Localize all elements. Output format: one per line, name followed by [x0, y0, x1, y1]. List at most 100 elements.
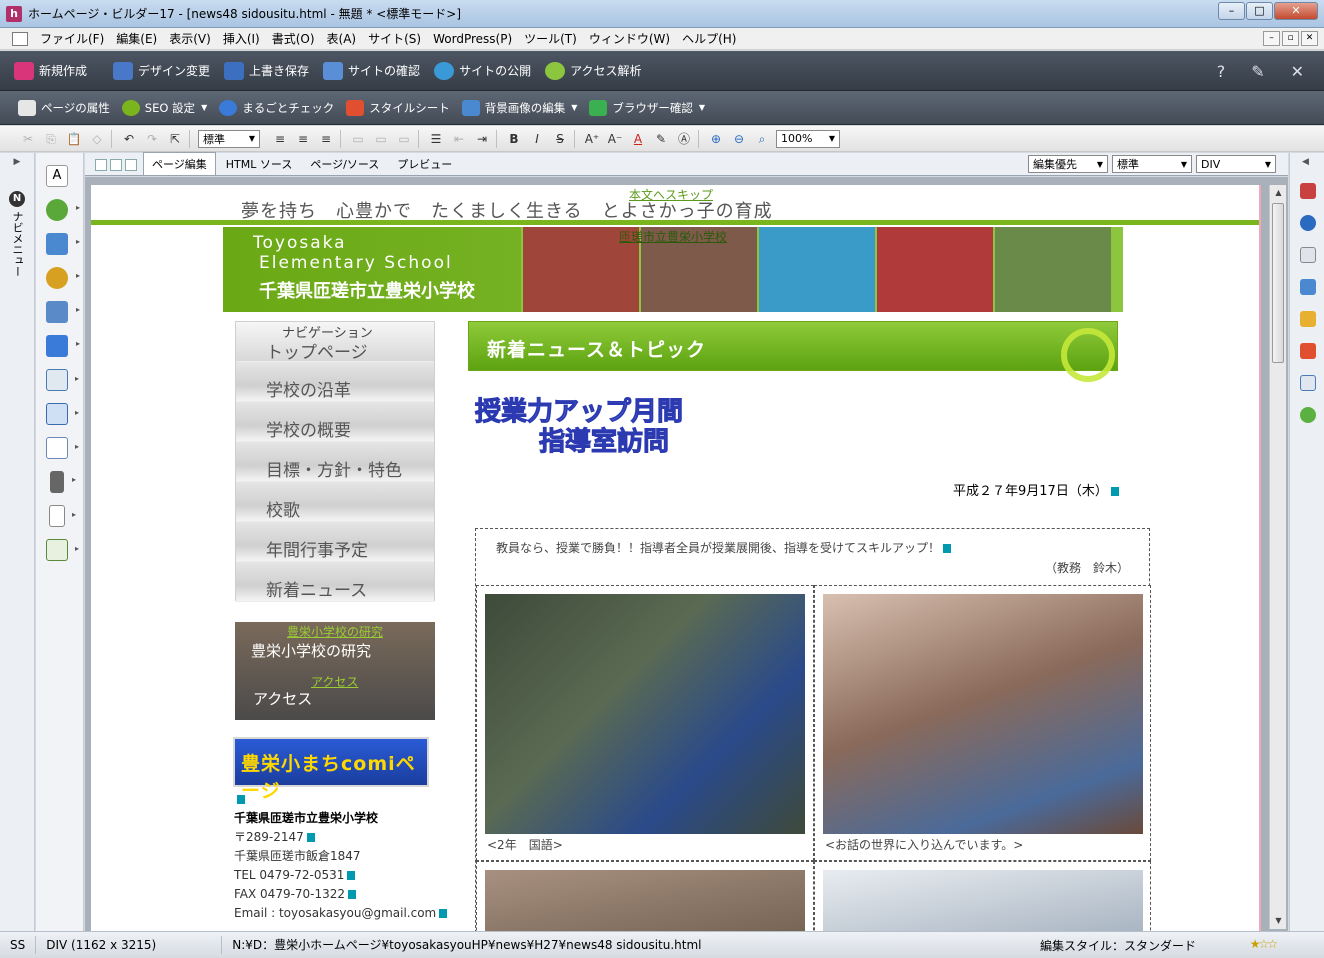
font-icon[interactable]: [46, 233, 80, 255]
font-larger-icon[interactable]: A⁺: [582, 130, 602, 148]
minimize-button[interactable]: –: [1218, 2, 1245, 20]
chevron-down-icon[interactable]: ▼: [201, 103, 207, 112]
redo-icon[interactable]: ↷: [142, 130, 162, 148]
indent-icon[interactable]: ▭: [348, 130, 368, 148]
align-left-icon[interactable]: ≡: [270, 130, 290, 148]
chevron-down-icon[interactable]: ▼: [571, 103, 577, 112]
folder-icon[interactable]: [1300, 311, 1316, 327]
maximize-button[interactable]: □: [1246, 2, 1273, 20]
access-label[interactable]: アクセス: [253, 688, 312, 709]
navi-menu-strip[interactable]: ▶ N ナビメニュー: [0, 153, 35, 931]
decrease-indent-icon[interactable]: ⇤: [449, 130, 469, 148]
menu-edit[interactable]: 編集(E): [110, 30, 163, 47]
seo-settings-button[interactable]: SEO 設定 ▼: [121, 99, 207, 116]
cut-icon[interactable]: ✂: [18, 130, 38, 148]
zoom-select[interactable]: 100% ▼: [776, 129, 840, 148]
nav-item-schedule[interactable]: 年間行事予定: [236, 522, 434, 562]
font-color-icon[interactable]: A: [628, 130, 648, 148]
photo-cell[interactable]: [814, 861, 1151, 931]
help-icon[interactable]: ?: [1217, 62, 1226, 81]
background-image-button[interactable]: 背景画像の編集 ▼: [461, 99, 577, 116]
font-smaller-icon[interactable]: A⁻: [605, 130, 625, 148]
save-button[interactable]: 上書き保存: [224, 61, 309, 80]
word-icon[interactable]: [1300, 215, 1316, 231]
block-icon[interactable]: ▭: [394, 130, 414, 148]
machi-comi-banner[interactable]: 豊栄小まちcomiページ: [233, 737, 429, 802]
nav-item-goals[interactable]: 目標・方針・特色: [236, 442, 434, 482]
article-table[interactable]: 教員なら、授業で勝負！！指導者全員が授業展開後、指導を受けてスキルアップ！ （教…: [475, 528, 1151, 931]
full-check-button[interactable]: まるごとチェック: [219, 99, 334, 116]
menu-help[interactable]: ヘルプ(H): [676, 30, 742, 47]
zoom-out-icon[interactable]: ⊖: [729, 130, 749, 148]
menu-wordpress[interactable]: WordPress(P): [427, 32, 518, 46]
copy-icon[interactable]: ⎘: [41, 130, 61, 148]
school-banner[interactable]: Toyosaka Elementary School 千葉県匝瑳市立豊栄小学校 …: [223, 227, 1123, 312]
access-link[interactable]: アクセス: [311, 673, 358, 690]
site-check-button[interactable]: サイトの確認: [323, 61, 420, 80]
chevron-down-icon[interactable]: ▼: [699, 103, 705, 112]
stylesheet-button[interactable]: スタイルシート: [346, 99, 450, 116]
tab-preview[interactable]: プレビュー: [389, 153, 460, 175]
paragraph-style-select[interactable]: 標準 ▼: [198, 129, 260, 148]
text-tool-icon[interactable]: A: [46, 165, 68, 187]
school-email[interactable]: Email : toyosakasyou@gmail.com: [234, 906, 436, 920]
wrench-icon[interactable]: ✎: [1251, 62, 1264, 81]
new-page-button[interactable]: 新規作成: [14, 61, 87, 80]
expand-icon[interactable]: ▶: [0, 157, 34, 167]
mdi-close-button[interactable]: ✕: [1301, 31, 1318, 46]
menu-table[interactable]: 表(A): [321, 30, 363, 47]
site-publish-button[interactable]: サイトの公開: [434, 61, 531, 80]
document-icon[interactable]: [12, 31, 28, 46]
nav-item-news[interactable]: 新着ニュース: [236, 562, 434, 602]
photo-cell[interactable]: <2年 国語>: [476, 585, 814, 861]
design-change-button[interactable]: デザイン変更: [113, 61, 210, 80]
highlight-icon[interactable]: ✎: [651, 130, 671, 148]
menu-file[interactable]: ファイル(F): [34, 30, 110, 47]
image-icon[interactable]: [46, 301, 80, 323]
page-content[interactable]: 本文へスキップ 夢を持ち 心豊かで たくましく生きる とよさかっ子の育成 Toy…: [91, 185, 1261, 931]
people-icon[interactable]: [46, 199, 80, 221]
research-label[interactable]: 豊栄小学校の研究: [251, 640, 371, 661]
zoom-in-icon[interactable]: ⊕: [706, 130, 726, 148]
strikethrough-icon[interactable]: S: [550, 130, 570, 148]
zoom-fit-icon[interactable]: ⌕: [752, 130, 772, 148]
eraser-icon[interactable]: ◇: [87, 130, 107, 148]
menu-format[interactable]: 書式(O): [266, 30, 321, 47]
shape-icon[interactable]: [46, 335, 80, 357]
photo-cell[interactable]: [476, 861, 814, 931]
page-icon[interactable]: [49, 505, 76, 527]
increase-indent-icon[interactable]: ⇥: [472, 130, 492, 148]
calendar-icon[interactable]: [46, 539, 79, 561]
banner-link[interactable]: 匝瑳市立豊栄小学校: [619, 228, 727, 245]
list-icon[interactable]: ☰: [426, 130, 446, 148]
table-icon[interactable]: [46, 403, 79, 425]
tab-html-source[interactable]: HTML ソース: [218, 153, 301, 175]
menu-site[interactable]: サイト(S): [362, 30, 427, 47]
scroll-down-icon[interactable]: ▼: [1270, 913, 1287, 929]
align-right-icon[interactable]: ≡: [316, 130, 336, 148]
italic-icon[interactable]: I: [527, 130, 547, 148]
scroll-up-icon[interactable]: ▲: [1270, 185, 1287, 201]
code-icon[interactable]: [1300, 375, 1316, 391]
browser-check-button[interactable]: ブラウザー確認 ▼: [589, 99, 705, 116]
collapse-icon[interactable]: ◀: [1302, 157, 1324, 167]
copy-icon[interactable]: [1300, 247, 1316, 263]
mode-select[interactable]: 標準 ▼: [1112, 155, 1192, 173]
mdi-minimize-button[interactable]: –: [1263, 31, 1280, 46]
close-panel-icon[interactable]: ✕: [1291, 62, 1304, 81]
page-properties-button[interactable]: ページの属性: [18, 99, 110, 116]
menu-window[interactable]: ウィンドウ(W): [583, 30, 676, 47]
paste-icon[interactable]: 📋: [64, 130, 84, 148]
photo-cell[interactable]: <お話の世界に入り込んでいます。>: [814, 585, 1151, 861]
layer-icon[interactable]: [1300, 183, 1316, 199]
access-analysis-button[interactable]: アクセス解析: [545, 61, 641, 80]
edit-priority-select[interactable]: 編集優先 ▼: [1028, 155, 1108, 173]
outdent-icon[interactable]: ▭: [371, 130, 391, 148]
scroll-thumb[interactable]: [1272, 203, 1284, 363]
align-center-icon[interactable]: ≡: [293, 130, 313, 148]
menu-insert[interactable]: 挿入(I): [217, 30, 266, 47]
nav-item-history[interactable]: 学校の沿革: [236, 362, 434, 402]
nav-item-song[interactable]: 校歌: [236, 482, 434, 522]
mdi-restore-button[interactable]: ▫: [1282, 31, 1299, 46]
preview-icon[interactable]: [125, 159, 137, 171]
